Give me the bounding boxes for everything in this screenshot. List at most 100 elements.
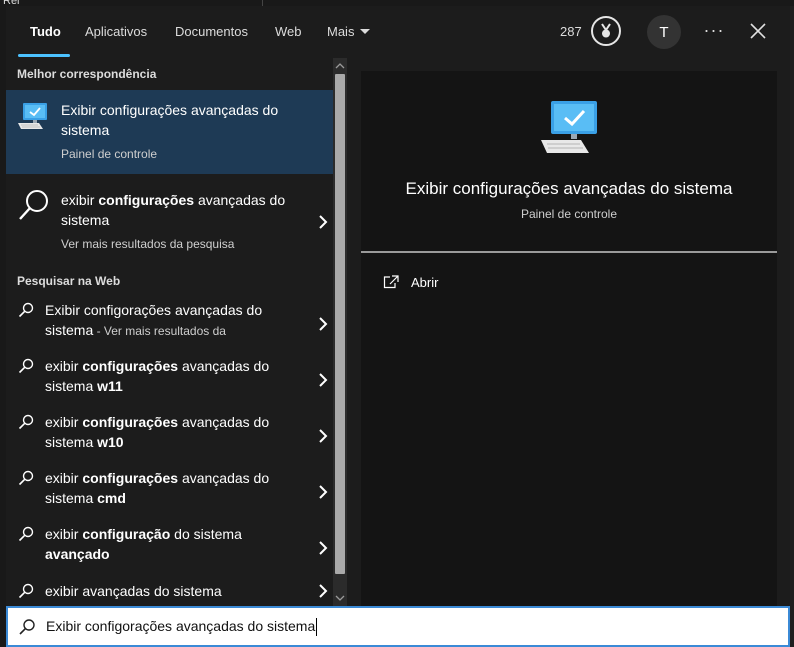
search-suggestion-title-line1: exibir configurações avançadas do: [61, 190, 285, 210]
text-part: sistema: [45, 490, 98, 506]
search-suggestion-item[interactable]: exibir configurações avançadas do sistem…: [6, 174, 333, 258]
close-icon: [750, 23, 766, 39]
text-part: exibir avançadas do sistema: [45, 583, 222, 599]
text-part: Exibir configorações avançadas do: [45, 302, 263, 318]
results-list: Melhor correspondência Exibir configuraç…: [6, 58, 333, 606]
search-box[interactable]: Exibir configorações avançadas do sistem…: [6, 606, 790, 647]
chevron-right-icon: [319, 317, 328, 331]
search-icon: [18, 526, 34, 542]
scroll-down-arrow-icon[interactable]: [335, 593, 345, 603]
tab-tudo[interactable]: Tudo: [30, 24, 61, 39]
text-part: sistema: [45, 322, 94, 338]
web-search-item[interactable]: exibir configurações avançadas do sistema…: [6, 352, 333, 408]
search-icon: [18, 414, 34, 430]
search-input[interactable]: Exibir configorações avançadas do sistem…: [46, 618, 318, 637]
text-part-bold: configurações: [82, 414, 179, 430]
text-part: avançadas do: [194, 192, 286, 208]
web-search-item[interactable]: exibir configuração do sistema avançado: [6, 520, 333, 576]
web-search-item-line2: sistema cmd: [45, 488, 126, 509]
preview-subtitle: Painel de controle: [520, 207, 618, 221]
scrollbar-thumb[interactable]: [335, 74, 345, 574]
medal-icon: [601, 23, 611, 38]
tab-web[interactable]: Web: [275, 24, 302, 39]
best-match-heading: Melhor correspondência: [17, 67, 157, 81]
best-match-app-item[interactable]: Exibir configurações avançadas do sistem…: [6, 90, 333, 174]
search-suggestion-subtitle: Ver mais resultados da pesquisa: [61, 237, 235, 251]
text-part-bold: configurações: [82, 470, 179, 486]
web-search-item-line1: Exibir configorações avançadas do: [45, 300, 262, 320]
chevron-right-icon: [319, 373, 328, 387]
text-part: avançadas do: [178, 358, 270, 374]
preview-pane: Exibir configurações avançadas do sistem…: [361, 71, 777, 606]
text-part-bold: configurações: [82, 358, 179, 374]
text-part-bold: cmd: [97, 490, 126, 506]
rewards-medal-icon[interactable]: [591, 16, 621, 46]
chevron-right-icon: [319, 584, 328, 598]
web-search-item[interactable]: exibir configurações avançadas do sistema…: [6, 464, 333, 520]
web-search-item-line2: avançado: [45, 544, 110, 565]
active-tab-indicator: [18, 54, 70, 57]
text-part: do sistema: [170, 526, 242, 542]
web-search-heading: Pesquisar na Web: [17, 274, 121, 288]
text-part-bold: w11: [97, 378, 123, 394]
computer-settings-icon: [18, 103, 47, 129]
tab-aplicativos[interactable]: Aplicativos: [85, 24, 147, 39]
text-part: exibir: [45, 414, 83, 430]
chevron-right-icon: [319, 429, 328, 443]
computer-settings-icon-large: [541, 101, 597, 153]
text-part: exibir: [61, 192, 99, 208]
chevron-right-icon: [319, 215, 328, 229]
open-action[interactable]: Abrir: [383, 271, 438, 293]
preview-divider: [361, 251, 777, 253]
text-cursor: [316, 618, 318, 637]
chevron-down-icon: [360, 29, 371, 35]
chevron-right-icon: [319, 541, 328, 555]
search-input-value: Exibir configorações avançadas do sistem…: [46, 618, 316, 634]
web-search-item[interactable]: exibir configurações avançadas do sistema…: [6, 408, 333, 464]
best-match-title-line2: sistema: [61, 122, 110, 138]
close-button[interactable]: [746, 19, 770, 43]
search-icon: [18, 358, 34, 374]
web-search-item-line1: exibir configuração do sistema: [45, 524, 242, 544]
web-search-item-line1: exibir avançadas do sistema: [45, 581, 222, 601]
web-search-item-line1: exibir configurações avançadas do: [45, 356, 269, 376]
text-part: avançadas do: [178, 470, 270, 486]
text-part: exibir: [45, 358, 83, 374]
search-icon: [19, 619, 35, 635]
web-search-item[interactable]: exibir avançadas do sistema: [6, 576, 333, 606]
text-part: sistema: [45, 434, 98, 450]
text-part: exibir: [45, 470, 83, 486]
chevron-right-icon: [319, 485, 328, 499]
open-external-icon: [383, 275, 399, 289]
results-scrollbar[interactable]: [333, 58, 347, 606]
text-part: avançadas do: [178, 414, 270, 430]
search-icon: [18, 583, 34, 599]
web-search-item[interactable]: Exibir configorações avançadas do sistema…: [6, 296, 333, 352]
text-part: exibir: [45, 526, 83, 542]
text-part-sub: - Ver mais resultados da: [93, 324, 226, 338]
web-search-item-line2: sistema w10: [45, 432, 124, 453]
tab-mais[interactable]: Mais: [327, 24, 371, 39]
search-suggestion-title-line2: sistema: [61, 212, 110, 228]
search-icon: [19, 190, 48, 220]
text-part-bold: configuração: [82, 526, 171, 542]
web-search-item-line2: sistema - Ver mais resultados da: [45, 320, 226, 341]
search-panel: Tudo Aplicativos Documentos Web Mais 287…: [6, 6, 790, 647]
user-avatar[interactable]: T: [647, 15, 681, 49]
preview-title: Exibir configurações avançadas do sistem…: [405, 179, 733, 198]
tab-documentos[interactable]: Documentos: [175, 24, 248, 39]
best-match-title-line1: Exibir configurações avançadas do: [61, 102, 279, 118]
search-icon: [18, 302, 34, 318]
text-part-bold: avançado: [45, 546, 110, 562]
open-action-label: Abrir: [411, 274, 439, 290]
rewards-points: 287: [560, 24, 582, 39]
best-match-subtitle: Painel de controle: [61, 147, 158, 161]
text-part: sistema: [45, 378, 98, 394]
web-search-item-line1: exibir configurações avançadas do: [45, 468, 269, 488]
scroll-up-arrow-icon[interactable]: [335, 61, 345, 71]
tab-mais-label: Mais: [327, 24, 355, 39]
more-options-button[interactable]: ···: [702, 16, 726, 46]
web-search-item-line2: sistema w11: [45, 376, 123, 397]
text-part-bold: configurações: [98, 192, 195, 208]
text-part-bold: w10: [97, 434, 124, 450]
